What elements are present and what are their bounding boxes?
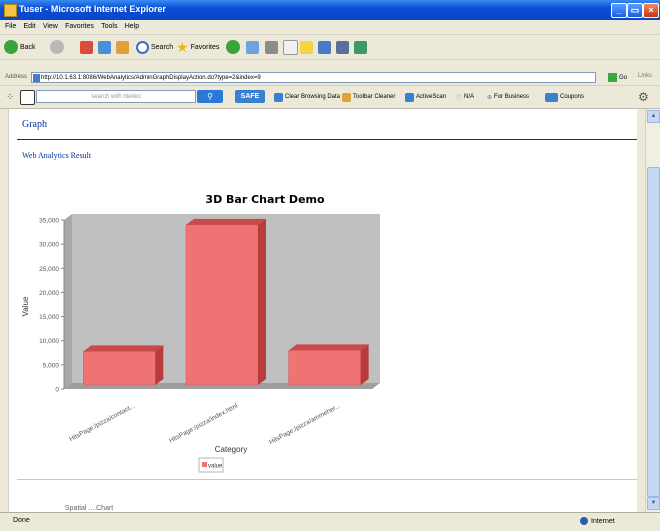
y-tick-label: 30,000 — [39, 242, 59, 249]
x-tick-label: HitsPage:/pizza/index.html — [168, 402, 239, 444]
y-tick-label: 35,000 — [39, 218, 59, 225]
bar — [83, 351, 156, 386]
y-tick-label: 0 — [55, 387, 59, 394]
security-zone: Internet — [580, 517, 615, 525]
status-text: Done — [13, 517, 30, 524]
bar-side-face — [360, 344, 369, 385]
x-tick-label: HitsPage:/pizza/contact... — [68, 402, 136, 443]
bar — [185, 224, 259, 386]
bar-top-face — [288, 344, 369, 351]
bar-side-face — [155, 345, 164, 385]
bar-side-face — [258, 218, 266, 385]
x-axis-label: Category — [215, 445, 247, 454]
bar-top-face — [83, 345, 164, 352]
plot-side-wall — [64, 214, 72, 389]
x-tick-label: HitsPage:/pizza/ammeher... — [268, 402, 342, 446]
y-tick-label: 25,000 — [39, 266, 59, 273]
vertical-scrollbar[interactable]: ▲ ▼ — [645, 109, 660, 512]
bar — [288, 350, 361, 386]
y-tick-label: 5,000 — [43, 362, 60, 369]
y-tick-label: 15,000 — [39, 314, 59, 321]
status-bar: Done Internet — [0, 512, 660, 531]
scroll-up-arrow-icon[interactable]: ▲ — [647, 110, 660, 123]
legend-label: value — [208, 464, 223, 470]
scroll-down-arrow-icon[interactable]: ▼ — [647, 497, 660, 510]
bar-chart: 0 5,000 10,000 15,000 20,000 25,000 30,000 35,0… — [21, 214, 380, 473]
scroll-thumb[interactable] — [647, 167, 660, 497]
globe-icon — [580, 517, 588, 525]
bar-top-face — [186, 218, 266, 225]
y-axis-label: Value — [21, 296, 30, 316]
y-tick-label: 20,000 — [39, 290, 59, 297]
legend-swatch — [202, 462, 207, 467]
y-tick-label: 10,000 — [39, 338, 59, 345]
